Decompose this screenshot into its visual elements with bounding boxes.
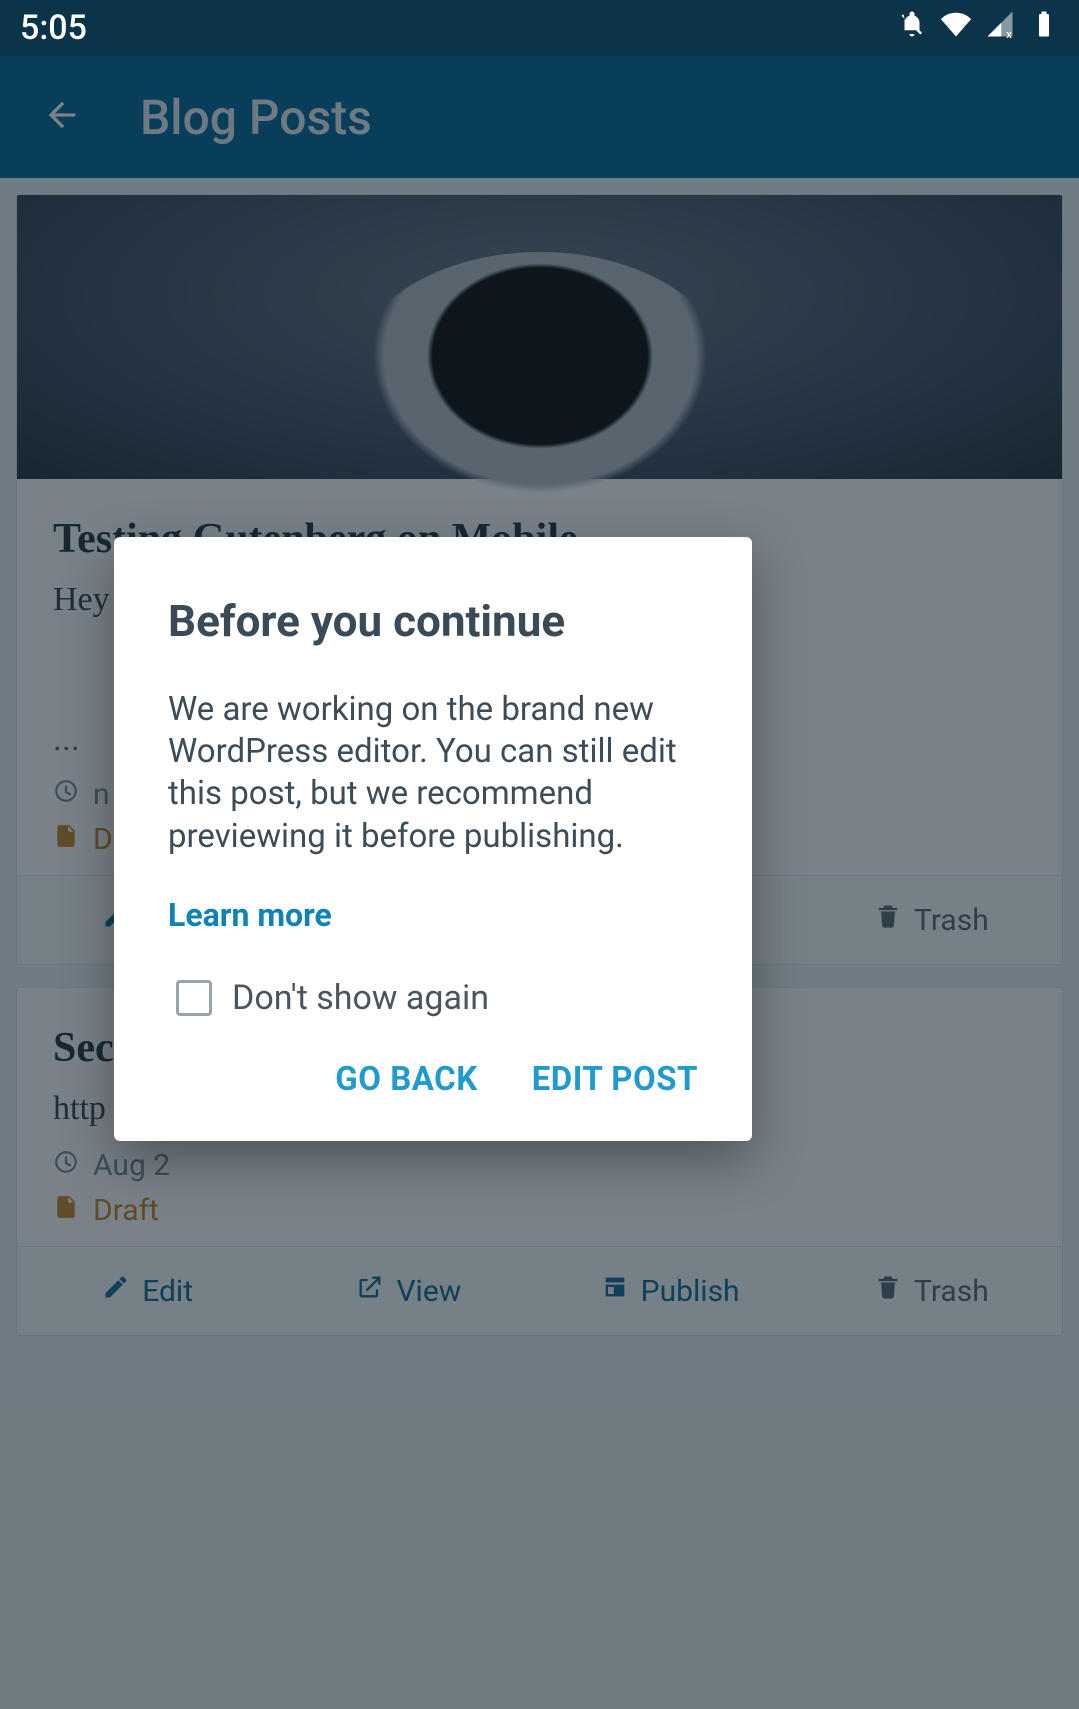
dont-show-again-label: Don't show again	[232, 978, 489, 1018]
dialog-title: Before you continue	[168, 595, 698, 647]
dialog-actions: GO BACK EDIT POST	[168, 1060, 698, 1099]
confirm-dialog: Before you continue We are working on th…	[114, 537, 752, 1141]
wifi-icon	[941, 8, 971, 48]
svg-text:x: x	[1006, 28, 1012, 39]
checkbox-unchecked-icon[interactable]	[176, 980, 212, 1016]
learn-more-link[interactable]: Learn more	[168, 896, 332, 934]
alarm-off-icon	[897, 8, 927, 48]
status-icons: x	[897, 8, 1059, 48]
status-bar: 5:05 x	[0, 0, 1079, 56]
dialog-body: We are working on the brand new WordPres…	[168, 689, 698, 858]
go-back-button[interactable]: GO BACK	[335, 1060, 477, 1099]
signal-icon: x	[985, 8, 1015, 48]
edit-post-button[interactable]: EDIT POST	[532, 1060, 698, 1099]
battery-icon	[1029, 8, 1059, 48]
dont-show-again-row[interactable]: Don't show again	[176, 978, 698, 1018]
status-time: 5:05	[20, 8, 87, 48]
